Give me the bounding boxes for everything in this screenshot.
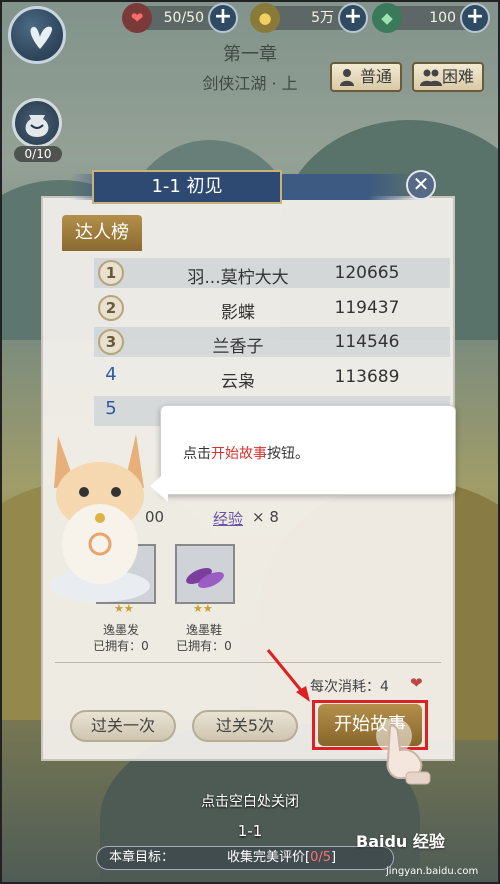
- hard-mode-label: 困难: [442, 67, 475, 86]
- coin-icon: ●: [250, 3, 280, 33]
- tooltip-prefix: 点击: [183, 446, 211, 462]
- add-jade-button[interactable]: +: [460, 3, 490, 33]
- watermark-brand: Baidu 经验: [356, 832, 445, 851]
- close-button[interactable]: ✕: [406, 170, 436, 200]
- normal-mode-label: 普通: [360, 67, 393, 86]
- dialog-title: 1-1 初见: [92, 170, 282, 204]
- coin-counter: ● 5万 +: [250, 3, 368, 33]
- group-icon: [420, 69, 442, 86]
- goal-label: 本章目标：: [109, 850, 175, 865]
- close-hint[interactable]: 点击空白处关闭: [0, 791, 500, 811]
- table-row: 3 兰香子 114546: [94, 327, 450, 357]
- coin-value: 5万: [311, 10, 334, 26]
- goal-prefix: 收集完美评价[: [227, 850, 311, 865]
- guide-tooltip: 点击开始故事按钮。: [160, 405, 456, 495]
- table-row: 4 云枭 113689: [94, 362, 450, 392]
- player-name: 云枭: [221, 372, 255, 392]
- goal-progress: 0/5: [310, 850, 331, 865]
- pointing-hand-icon: [376, 718, 431, 785]
- item-hair-owned: 已拥有：0: [93, 639, 149, 653]
- rank-medal: 2: [98, 295, 124, 321]
- chapter-goal-bar: 本章目标： 收集完美评价[0/5]: [96, 846, 394, 870]
- add-stamina-button[interactable]: +: [208, 3, 238, 33]
- player-score: 120665: [334, 263, 400, 283]
- bag-button[interactable]: [12, 98, 62, 148]
- fox-mascot-icon: [50, 434, 150, 602]
- normal-mode-button[interactable]: 普通: [330, 62, 403, 92]
- pouch-icon: [25, 115, 49, 137]
- add-coin-button[interactable]: +: [338, 3, 368, 33]
- table-row: 1 羽...莫柠大大 120665: [94, 258, 450, 288]
- jade-value: 100: [429, 10, 456, 26]
- exp-link[interactable]: 经验: [213, 508, 243, 529]
- exp-count: × 8: [252, 508, 279, 526]
- rank-medal: 3: [98, 329, 124, 355]
- item-shoes-owned: 已拥有：0: [176, 639, 232, 653]
- stamina-counter: ❤ 50/50 +: [122, 3, 238, 33]
- tooltip-suffix: 按钮。: [267, 446, 309, 462]
- player-score: 119437: [334, 298, 400, 318]
- sweep-once-button[interactable]: 过关一次: [70, 710, 176, 742]
- sweep-five-button[interactable]: 过关5次: [192, 710, 298, 742]
- item-hair-name: 逸墨发: [102, 623, 139, 637]
- item-shoes-stars: ★★: [193, 602, 213, 615]
- tooltip-text: 点击开始故事按钮。: [183, 443, 309, 463]
- player-name: 影蝶: [221, 303, 255, 323]
- player-score: 113689: [334, 367, 400, 387]
- jade-icon: ◆: [372, 3, 402, 33]
- goal-suffix: ]: [331, 850, 337, 865]
- goal-value: 收集完美评价[0/5]: [227, 847, 336, 869]
- cost-label: 每次消耗：4: [310, 679, 389, 695]
- item-shoes-slot[interactable]: [175, 544, 235, 604]
- tooltip-highlight: 开始故事: [211, 446, 267, 462]
- heart-icon: ❤: [410, 674, 423, 692]
- jade-counter: ◆ 100 +: [372, 3, 490, 33]
- rank-number: 4: [105, 364, 117, 385]
- hard-mode-button[interactable]: 困难: [412, 62, 485, 92]
- watermark-site: jingyan.baidu.com: [386, 866, 479, 877]
- player-name: 羽...莫柠大大: [187, 268, 289, 288]
- divider: [55, 662, 441, 663]
- bag-count: 0/10: [14, 146, 62, 162]
- player-name: 兰香子: [212, 337, 264, 357]
- rank-number: 5: [105, 398, 117, 419]
- tab-leaderboard[interactable]: 达人榜: [62, 215, 142, 251]
- shoes-icon: [186, 567, 224, 589]
- item-shoes-name: 逸墨鞋: [185, 623, 222, 637]
- table-row: 2 影蝶 119437: [94, 293, 450, 323]
- rank-medal: 1: [98, 260, 124, 286]
- stamina-value: 50/50: [163, 10, 204, 26]
- single-person-icon: [340, 69, 354, 86]
- heart-icon: ❤: [122, 3, 152, 33]
- pointer-arrow-icon: [266, 649, 310, 702]
- player-score: 114546: [334, 332, 400, 352]
